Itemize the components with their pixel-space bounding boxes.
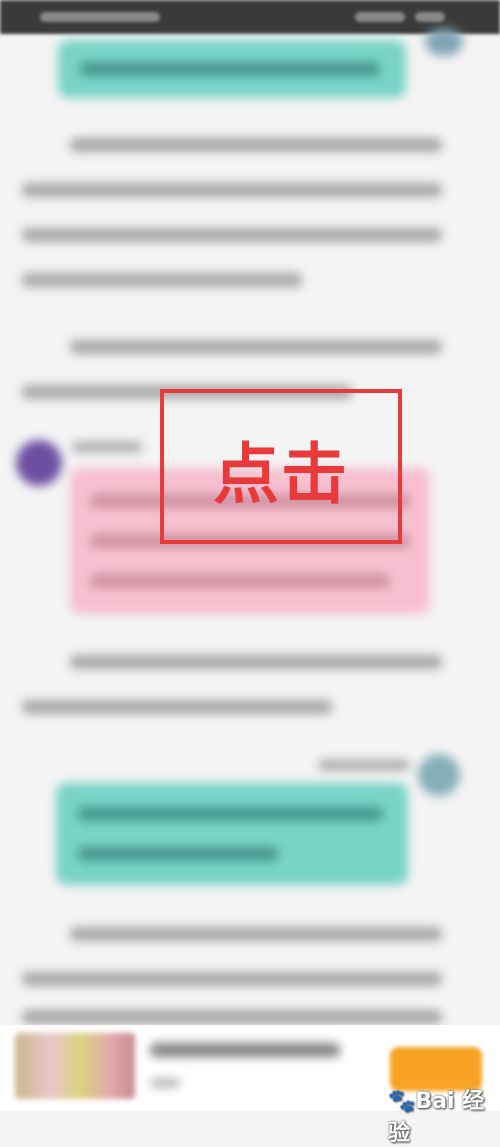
highlight-label: 点击 [213,436,349,513]
avatar [425,28,463,56]
status-bar [0,0,500,34]
paw-icon: 🐾 [388,1089,416,1114]
chat-bubble [58,40,406,98]
thumbnail-image[interactable] [15,1033,135,1099]
watermark: 🐾Bai 经验 [388,1083,500,1147]
avatar [418,754,460,796]
chat-bubble [56,783,408,885]
avatar [16,440,62,486]
bottom-bar: 🐾Bai 经验 [0,1025,500,1146]
highlight-box[interactable]: 点击 [160,389,402,544]
